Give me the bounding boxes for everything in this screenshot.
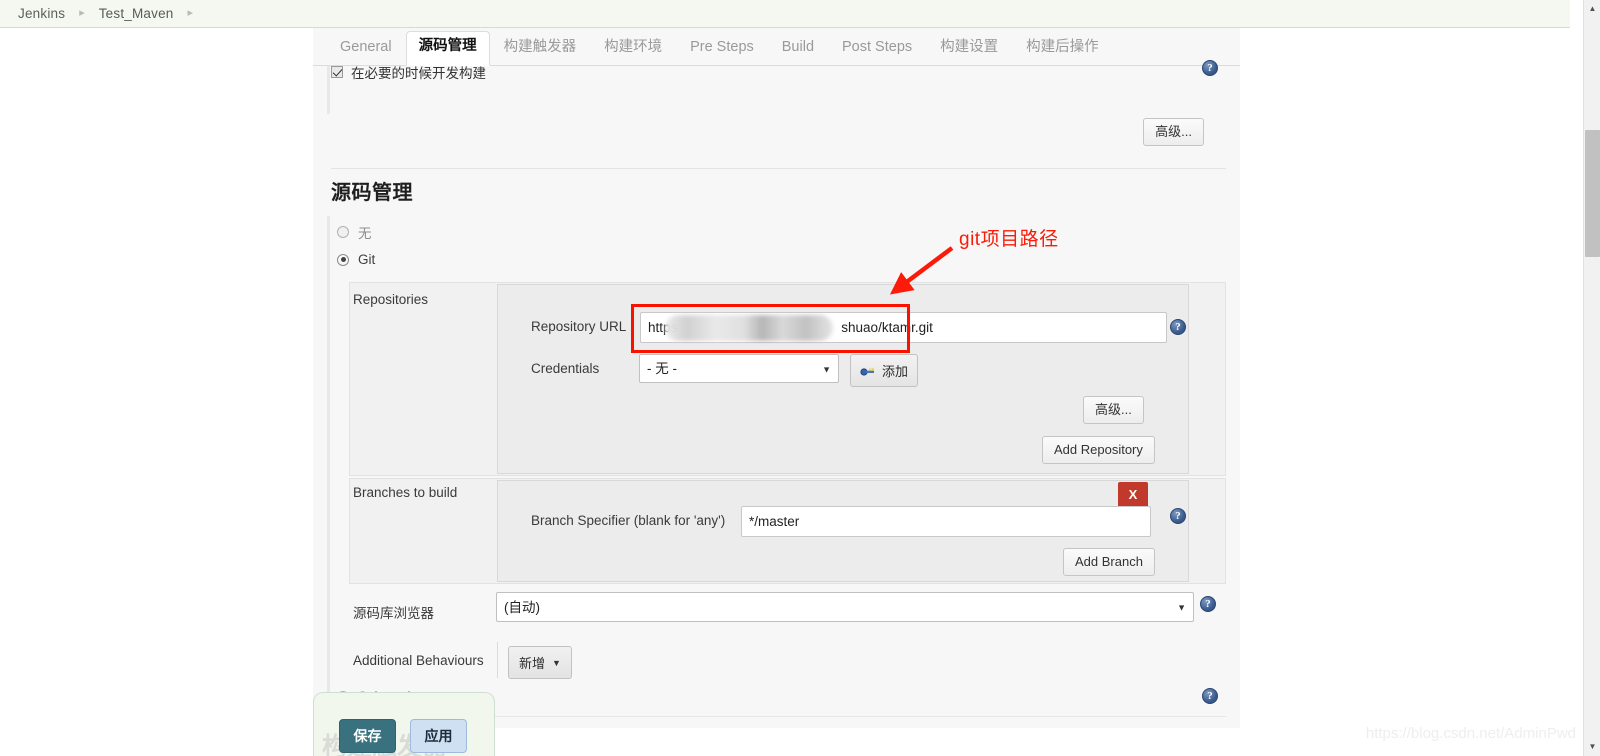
scroll-up-icon[interactable]: ▲ — [1584, 2, 1600, 16]
radio-icon[interactable] — [337, 253, 349, 266]
page-body: General 源码管理 构建触发器 构建环境 Pre Steps Build … — [0, 28, 1570, 756]
add-behaviour-button[interactable]: 新增 ▼ — [508, 646, 572, 679]
add-credentials-label: 添加 — [882, 364, 909, 379]
radio-icon[interactable] — [337, 226, 349, 238]
tab-build[interactable]: Build — [768, 33, 828, 65]
breadcrumb-item-project[interactable]: Test_Maven — [99, 6, 174, 21]
chevron-down-icon: ▼ — [552, 657, 561, 668]
add-behaviour-label: 新增 — [519, 656, 546, 671]
repo-browser-value: (自动) — [504, 600, 540, 615]
repository-url-value-suffix: shuao/ktamr.git — [841, 320, 933, 335]
credentials-value: - 无 - — [647, 361, 677, 376]
radio-scm-none[interactable]: 无 — [337, 222, 372, 242]
section-divider — [331, 168, 1226, 169]
watermark: https://blog.csdn.net/AdminPwd — [1365, 725, 1576, 742]
radio-scm-git[interactable]: Git — [337, 252, 375, 267]
floating-action-bar: 构建触发器 保存 应用 — [313, 692, 495, 756]
vertical-scrollbar[interactable]: ▲ ▼ — [1583, 0, 1600, 756]
key-icon — [860, 365, 876, 377]
help-icon[interactable]: ? — [1170, 508, 1186, 524]
tab-general[interactable]: General — [326, 33, 406, 65]
breadcrumb-item-jenkins[interactable]: Jenkins — [18, 6, 65, 21]
tab-build-env[interactable]: 构建环境 — [590, 33, 676, 65]
tab-build-settings[interactable]: 构建设置 — [926, 33, 1012, 65]
repository-url-value-prefix: https — [648, 320, 678, 335]
config-content: 在必要的时候开发构建 ? 高级... 源码管理 无 Git Repositori… — [313, 60, 1240, 728]
save-button[interactable]: 保存 — [339, 719, 396, 753]
scrollbar-thumb[interactable] — [1585, 130, 1600, 257]
additional-behaviours-label: Additional Behaviours — [353, 653, 484, 668]
help-icon[interactable]: ? — [1170, 319, 1186, 335]
form-gutter — [327, 66, 330, 114]
breadcrumb-separator-icon: ▸ — [79, 7, 85, 19]
tab-scm[interactable]: 源码管理 — [405, 31, 490, 66]
branch-specifier-value: */master — [749, 514, 800, 529]
scroll-down-icon[interactable]: ▼ — [1584, 740, 1600, 754]
behaviours-divider — [497, 642, 498, 678]
add-repository-button[interactable]: Add Repository — [1042, 436, 1155, 464]
add-branch-button[interactable]: Add Branch — [1063, 548, 1155, 576]
screen-root: Jenkins ▸ Test_Maven ▸ General 源码管理 构建触发… — [0, 0, 1600, 756]
scm-gutter — [327, 216, 330, 706]
checkbox-icon[interactable] — [331, 66, 343, 78]
repositories-label: Repositories — [353, 292, 429, 307]
advanced-button-top[interactable]: 高级... — [1143, 118, 1204, 146]
annotation-arrow-icon — [890, 246, 954, 295]
tab-build-triggers[interactable]: 构建触发器 — [490, 33, 591, 65]
breadcrumb-dropdown-icon[interactable]: ▸ — [188, 8, 194, 19]
annotation-label: git项目路径 — [959, 229, 1059, 250]
radio-label: 无 — [358, 226, 372, 241]
credentials-label: Credentials — [531, 361, 600, 376]
advanced-button-repository[interactable]: 高级... — [1083, 396, 1144, 424]
apply-button[interactable]: 应用 — [410, 719, 467, 753]
repository-url-label: Repository URL — [531, 319, 627, 334]
tab-post-steps[interactable]: Post Steps — [828, 33, 926, 65]
config-tab-bar: General 源码管理 构建触发器 构建环境 Pre Steps Build … — [313, 28, 1240, 66]
repo-browser-label: 源码库浏览器 — [353, 606, 434, 621]
help-icon[interactable]: ? — [1200, 596, 1216, 612]
credentials-select[interactable]: - 无 - — [639, 354, 839, 383]
branch-specifier-label: Branch Specifier (blank for 'any') — [531, 513, 726, 528]
add-credentials-button[interactable]: 添加 — [850, 354, 919, 387]
page-title: 源码管理 — [331, 182, 413, 204]
help-icon[interactable]: ? — [1202, 60, 1218, 76]
branches-label: Branches to build — [353, 485, 458, 500]
repo-browser-select[interactable]: (自动) — [496, 592, 1194, 622]
delete-branch-button[interactable]: X — [1118, 482, 1148, 507]
tab-pre-steps[interactable]: Pre Steps — [676, 33, 768, 65]
branch-specifier-input[interactable]: */master — [741, 506, 1151, 537]
breadcrumb: Jenkins ▸ Test_Maven ▸ — [0, 0, 1570, 28]
repository-url-input[interactable]: https shuao/ktamr.git — [640, 312, 1167, 343]
tab-post-build-actions[interactable]: 构建后操作 — [1012, 33, 1113, 65]
radio-label: Git — [358, 252, 376, 267]
help-icon[interactable]: ? — [1202, 688, 1218, 704]
